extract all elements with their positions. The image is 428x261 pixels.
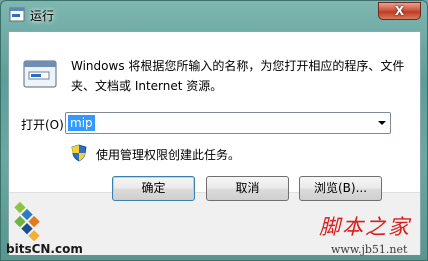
window-title: 运行	[30, 9, 55, 23]
jb51-watermark-title: 脚本之家	[319, 215, 411, 239]
open-label: 打开(O):	[21, 118, 68, 132]
run-app-icon	[23, 60, 57, 88]
browse-button[interactable]: 浏览(B)...	[299, 176, 382, 201]
open-input[interactable]: mip	[68, 115, 95, 131]
ok-button[interactable]: 确定	[112, 176, 195, 201]
chevron-down-icon[interactable]	[378, 121, 386, 125]
close-button[interactable]: X	[378, 2, 421, 20]
admin-note: 使用管理权限创建此任务。	[96, 148, 241, 162]
cancel-button[interactable]: 取消	[206, 176, 289, 201]
run-icon	[9, 7, 25, 22]
open-combobox[interactable]: mip	[65, 112, 391, 134]
title-bar[interactable]: 运行 X	[1, 1, 427, 29]
jb51-watermark-url: www.jb51.net	[331, 243, 408, 256]
dialog-description: Windows 将根据您所输入的名称，为您打开相应的程序、文件夹、文档或 Int…	[71, 59, 405, 93]
uac-shield-icon	[71, 144, 87, 162]
bitscn-watermark: bitsCN.com	[6, 242, 83, 256]
run-dialog-window: 运行 X Windows 将根据您所输入的名称，为您打开相应的程序、文件夹、文档…	[0, 0, 428, 261]
